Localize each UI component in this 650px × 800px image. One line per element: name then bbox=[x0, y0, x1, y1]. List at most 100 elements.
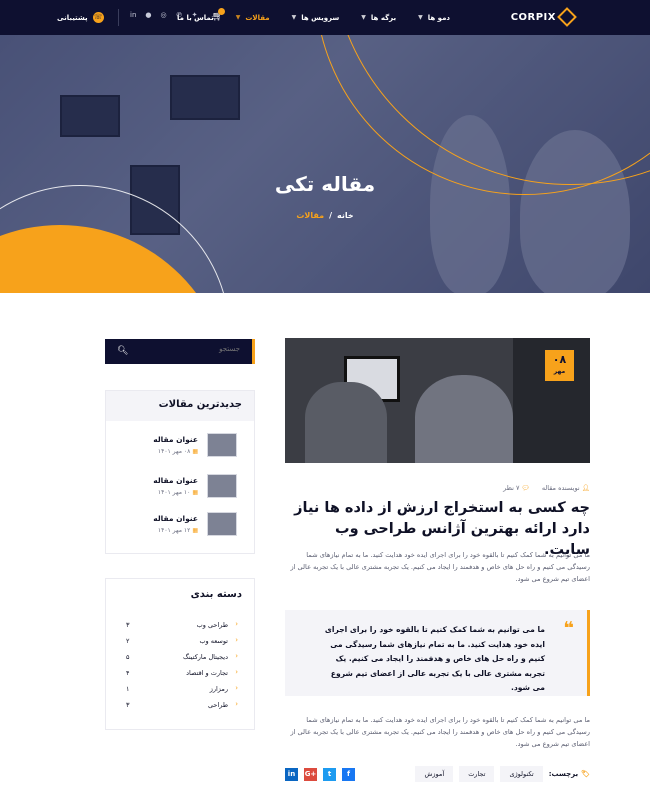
calendar-icon: ▦ bbox=[192, 527, 198, 534]
article-paragraph: ما می توانیم به شما کمک کنیم تا بالقوه خ… bbox=[290, 551, 590, 583]
linkedin-share-button[interactable]: in bbox=[285, 768, 298, 781]
category-name[interactable]: رمزارز bbox=[210, 685, 228, 693]
menu-label: برگه ها bbox=[370, 13, 397, 22]
github-icon[interactable]: ● bbox=[145, 11, 151, 19]
category-item[interactable]: ‹ توسعه وب ۲ bbox=[106, 633, 254, 649]
logo[interactable]: CORPIX bbox=[511, 7, 577, 27]
date-badge: ۰۸ مهر bbox=[545, 350, 574, 381]
blockquote: ❝ ما می توانیم به شما کمک کنیم تا بالقوه… bbox=[285, 610, 590, 696]
category-item[interactable]: ‹ طراحی ۳ bbox=[106, 697, 254, 713]
post-thumbnail[interactable] bbox=[207, 433, 237, 457]
top-navbar: CORPIX دمو ها ▼ برگه ها ▼ سرویس ها ▼ مقا… bbox=[0, 0, 650, 35]
chevron-left-icon: ‹ bbox=[235, 620, 238, 628]
social-links: in ● ◎ ℗ ✦ bbox=[130, 11, 197, 19]
facebook-share-button[interactable]: f bbox=[342, 768, 355, 781]
article-meta: 👤︎ نویسنده مقاله 💬︎ ۷ نظر bbox=[503, 484, 590, 492]
breadcrumb-separator: / bbox=[329, 211, 333, 220]
post-thumbnail[interactable] bbox=[207, 474, 237, 498]
support-button[interactable]: ☏ پشتیبانی bbox=[57, 12, 104, 23]
menu-item-pages[interactable]: برگه ها ▼ bbox=[361, 14, 396, 22]
post-date: ▦ ۱۰ مهر ۱۴۰۱ bbox=[158, 489, 198, 496]
category-count: ۵ bbox=[126, 653, 130, 661]
pinterest-icon[interactable]: ℗ bbox=[176, 11, 183, 19]
tag-icon: 🏷︎ bbox=[581, 770, 590, 778]
cart-badge bbox=[218, 8, 225, 15]
recent-post-item[interactable]: عنوان مقاله ▦ ۱۲ مهر ۱۴۰۱ bbox=[106, 512, 254, 542]
post-date-text: ۱۲ مهر ۱۴۰۱ bbox=[157, 527, 191, 534]
menu-label: سرویس ها bbox=[301, 13, 340, 22]
linkedin-icon[interactable]: in bbox=[130, 11, 136, 19]
search-input[interactable] bbox=[140, 345, 240, 353]
recent-post-item[interactable]: عنوان مقاله ▦ ۱۰ مهر ۱۴۰۱ bbox=[106, 474, 254, 504]
categories-widget: دسته بندی ‹ طراحی وب ۳ ‹ توسعه وب ۲ ‹ دیجیتال… bbox=[105, 578, 255, 730]
author-meta[interactable]: 👤︎ نویسنده مقاله bbox=[542, 484, 590, 492]
chevron-down-icon: ▼ bbox=[418, 14, 423, 21]
category-name[interactable]: تجارت و اقتصاد bbox=[186, 669, 228, 677]
menu-item-demos[interactable]: دمو ها ▼ bbox=[418, 14, 450, 22]
breadcrumb-current: مقالات bbox=[296, 211, 325, 220]
post-title[interactable]: عنوان مقاله bbox=[153, 476, 198, 485]
tag-chip[interactable]: آموزش bbox=[415, 766, 454, 782]
category-name[interactable]: توسعه وب bbox=[199, 637, 228, 645]
chevron-down-icon: ▼ bbox=[291, 14, 297, 21]
logo-icon bbox=[557, 7, 577, 27]
instagram-icon[interactable]: ◎ bbox=[161, 11, 167, 19]
quote-text: ما می توانیم به شما کمک کنیم تا بالقوه خ… bbox=[324, 625, 545, 692]
twitter-icon[interactable]: ✦ bbox=[192, 11, 198, 19]
chevron-left-icon: ‹ bbox=[235, 700, 238, 708]
category-item[interactable]: ‹ دیجیتال مارکتینگ ۵ bbox=[106, 649, 254, 665]
category-name[interactable]: دیجیتال مارکتینگ bbox=[183, 653, 228, 661]
category-list: ‹ طراحی وب ۳ ‹ توسعه وب ۲ ‹ دیجیتال مارکتینگ ۵… bbox=[106, 617, 254, 713]
search-icon[interactable]: 🔍︎ bbox=[117, 346, 128, 356]
google-plus-share-button[interactable]: G+ bbox=[304, 768, 317, 781]
category-item[interactable]: ‹ طراحی وب ۳ bbox=[106, 617, 254, 633]
widget-title: دسته بندی bbox=[106, 579, 254, 617]
tag-chip[interactable]: تکنولوژی bbox=[500, 766, 543, 782]
category-count: ۲ bbox=[126, 637, 130, 645]
breadcrumb: خانه / مقالات bbox=[0, 211, 650, 220]
comments-meta[interactable]: 💬︎ ۷ نظر bbox=[503, 484, 530, 492]
date-day: ۰۸ bbox=[552, 353, 567, 366]
user-icon: 👤︎ bbox=[581, 484, 590, 492]
nav-divider bbox=[118, 9, 119, 26]
post-date-text: ۱۰ مهر ۱۴۰۱ bbox=[157, 489, 191, 496]
category-count: ۴ bbox=[126, 669, 130, 677]
chevron-left-icon: ‹ bbox=[235, 636, 238, 644]
category-count: ۳ bbox=[126, 701, 130, 709]
post-title[interactable]: عنوان مقاله bbox=[153, 514, 198, 523]
post-date-text: ۰۸ مهر ۱۴۰۱ bbox=[157, 448, 191, 455]
tag-chip[interactable]: تجارت bbox=[459, 766, 495, 782]
category-item[interactable]: ‹ تجارت و اقتصاد ۴ bbox=[106, 665, 254, 681]
calendar-icon: ▦ bbox=[192, 489, 198, 496]
image-person bbox=[305, 382, 387, 463]
post-date: ▦ ۱۲ مهر ۱۴۰۱ bbox=[158, 527, 198, 534]
date-month: مهر bbox=[553, 368, 566, 375]
cart-button[interactable]: 🛒︎ bbox=[212, 8, 225, 22]
category-name[interactable]: طراحی bbox=[208, 701, 228, 709]
chevron-left-icon: ‹ bbox=[235, 684, 238, 692]
category-count: ۳ bbox=[126, 621, 130, 629]
twitter-share-button[interactable]: t bbox=[323, 768, 336, 781]
menu-label: دمو ها bbox=[427, 13, 450, 22]
comment-icon: 💬︎ bbox=[521, 484, 530, 492]
chevron-down-icon: ▼ bbox=[361, 14, 366, 21]
category-name[interactable]: طراحی وب bbox=[197, 621, 228, 629]
comment-count: ۷ نظر bbox=[503, 484, 520, 492]
menu-item-articles[interactable]: مقالات ▼ bbox=[236, 14, 270, 22]
post-thumbnail[interactable] bbox=[207, 512, 237, 536]
chevron-left-icon: ‹ bbox=[235, 668, 238, 676]
article-tags: 🏷︎ برچسب: تکنولوژی تجارت آموزش bbox=[415, 766, 590, 782]
category-item[interactable]: ‹ رمزارز ۱ bbox=[106, 681, 254, 697]
post-title[interactable]: عنوان مقاله bbox=[153, 435, 198, 444]
image-person bbox=[415, 375, 513, 463]
tags-label: 🏷︎ برچسب: bbox=[549, 770, 590, 778]
post-date: ▦ ۰۸ مهر ۱۴۰۱ bbox=[158, 448, 198, 455]
menu-label: مقالات bbox=[245, 13, 270, 22]
recent-post-item[interactable]: عنوان مقاله ▦ ۰۸ مهر ۱۴۰۱ bbox=[106, 433, 254, 463]
calendar-icon: ▦ bbox=[192, 448, 198, 455]
category-count: ۱ bbox=[126, 685, 130, 693]
menu-item-services[interactable]: سرویس ها ▼ bbox=[292, 14, 340, 22]
breadcrumb-home[interactable]: خانه bbox=[337, 211, 354, 220]
chevron-down-icon: ▼ bbox=[235, 14, 241, 21]
page-title: مقاله تکی bbox=[274, 172, 376, 196]
